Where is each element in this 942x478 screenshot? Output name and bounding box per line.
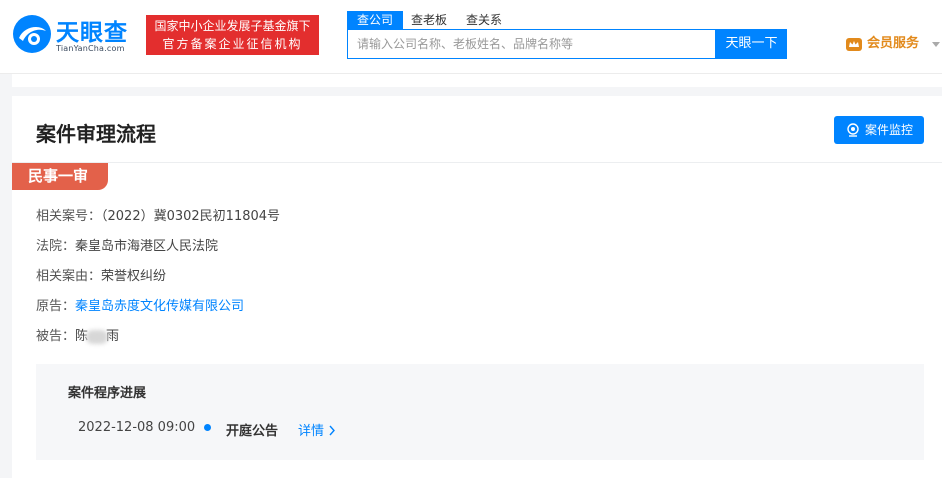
case-progress-panel: 案件程序进展 2022-12-08 09:00 开庭公告 详情 xyxy=(36,364,924,460)
detail-link-label: 详情 xyxy=(298,424,325,439)
case-process-card: 案件审理流程 案件监控 民事一审 相关案号：（2022）冀0302民初11804… xyxy=(12,96,942,478)
top-header: 天眼查 TianYanCha.com 国家中小企业发展子基金旗下 官方备案企业征… xyxy=(0,0,942,74)
divider xyxy=(12,162,942,163)
progress-timestamp: 2022-12-08 09:00 xyxy=(78,420,196,435)
tab-boss[interactable]: 查老板 xyxy=(411,11,447,29)
case-number-label: 相关案号： xyxy=(36,209,102,224)
case-cause-label: 相关案由： xyxy=(36,269,102,284)
tianyancha-logo-icon xyxy=(13,15,51,53)
court-row: 法院：秦皇岛市海港区人民法院 xyxy=(36,237,218,257)
vip-label: 会员服务 xyxy=(867,36,920,51)
progress-title: 案件程序进展 xyxy=(68,386,147,401)
case-number-value: （2022）冀0302民初11804号 xyxy=(101,209,281,224)
stage-badge: 民事一审 xyxy=(12,163,108,190)
court-label: 法院： xyxy=(36,239,76,254)
slogan-badge: 国家中小企业发展子基金旗下 官方备案企业征信机构 xyxy=(146,15,319,55)
progress-event: 开庭公告 xyxy=(226,424,279,439)
case-monitor-button[interactable]: 案件监控 xyxy=(834,116,924,144)
logo-text: 天眼查 xyxy=(56,20,128,46)
slogan-line-1: 国家中小企业发展子基金旗下 xyxy=(154,19,311,33)
plaintiff-label: 原告： xyxy=(36,299,76,314)
logo-domain: TianYanCha.com xyxy=(56,44,125,53)
chevron-down-icon xyxy=(932,42,940,47)
chevron-right-icon xyxy=(329,425,336,436)
search-button[interactable]: 天眼一下 xyxy=(716,29,787,59)
tab-relation[interactable]: 查关系 xyxy=(466,11,502,29)
defendant-label: 被告： xyxy=(36,329,76,344)
case-cause-value: 荣誉权纠纷 xyxy=(101,269,167,284)
defendant-row: 被告：陈雨 xyxy=(36,327,119,347)
monitor-eye-icon xyxy=(847,123,859,137)
detail-link[interactable]: 详情 xyxy=(298,420,336,439)
page-title: 案件审理流程 xyxy=(36,122,156,146)
search-input[interactable] xyxy=(348,30,715,58)
site-logo[interactable]: 天眼查 TianYanCha.com xyxy=(12,12,140,58)
crown-icon xyxy=(846,38,862,51)
redacted-mask xyxy=(86,329,109,344)
plaintiff-link[interactable]: 秦皇岛赤度文化传媒有限公司 xyxy=(75,299,244,314)
tab-company[interactable]: 查公司 xyxy=(347,11,403,29)
timeline-dot-icon xyxy=(204,424,211,431)
case-cause-row: 相关案由：荣誉权纠纷 xyxy=(36,267,166,287)
previous-section-strip xyxy=(12,74,942,87)
search-box xyxy=(347,29,716,59)
case-monitor-label: 案件监控 xyxy=(865,123,914,137)
court-value: 秦皇岛市海港区人民法院 xyxy=(75,239,219,254)
plaintiff-row: 原告：秦皇岛赤度文化传媒有限公司 xyxy=(36,297,244,317)
case-number-row: 相关案号：（2022）冀0302民初11804号 xyxy=(36,207,280,227)
slogan-line-2: 官方备案企业征信机构 xyxy=(162,37,303,51)
